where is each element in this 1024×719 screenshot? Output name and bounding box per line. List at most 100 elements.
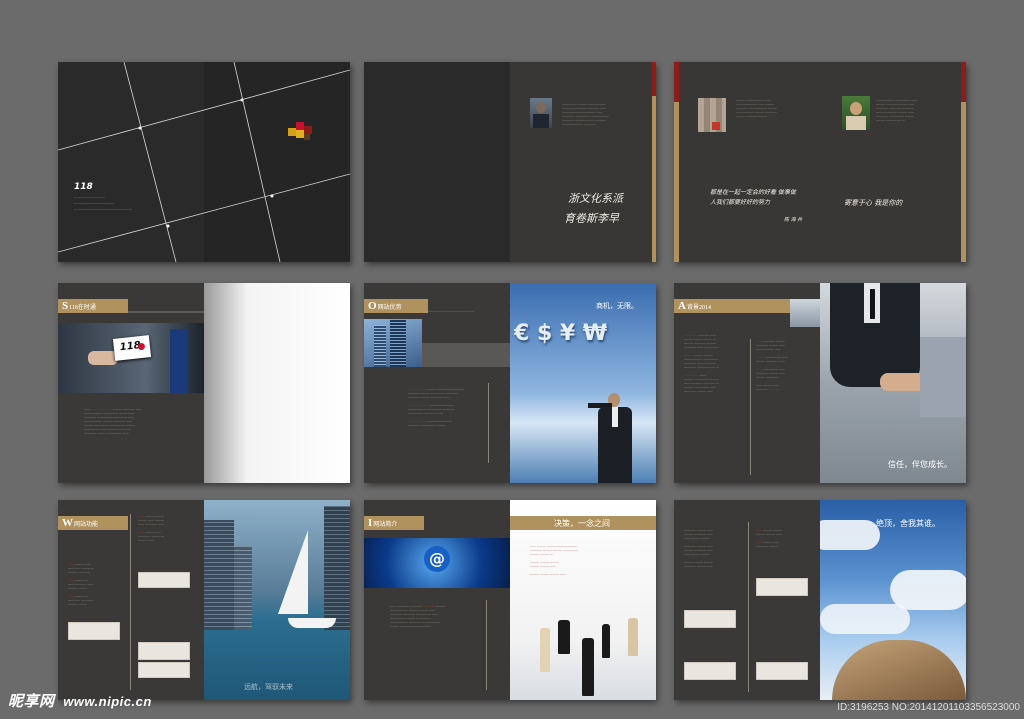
spread-last: ———— ——— —— ——— ———— —— —— ——— ——— ———— ———… [674, 500, 966, 700]
i-right-text: —— ——— —————————— ———— ——— ——— ————— ——— —… [530, 544, 578, 576]
s-title-text: 118在时通 [69, 305, 96, 311]
w-title-letter: W [62, 517, 73, 529]
w-title-text: 网站功能 [74, 522, 99, 528]
cover-pixel-mosaic [288, 122, 316, 142]
last-caption: 绝顶，舍我其谁。 [876, 519, 940, 528]
spread-cover: 118 — ————————— — ———————————— — ———————… [58, 62, 350, 262]
a-title-letter-front: A [678, 300, 686, 312]
o-title-text: 网站优势 [377, 305, 402, 311]
preface-sig-a-name: 陈 海 兵 [784, 217, 803, 223]
a-body-text-right: —— ———— ——— ———— ——— —— —————— —— ——— —————… [756, 339, 788, 391]
a-title-text-front: 背景2014 [686, 305, 711, 311]
s-left-page: S118在时通 118 —— ——————— ——— ———— —— ——————… [58, 283, 204, 483]
preface-sig-a: 都是在一起一定会的好看 做事做人我们都要好好的努力 [710, 189, 796, 206]
red-edge [652, 62, 656, 96]
s-right-page-gradient [204, 283, 350, 483]
portrait-photo [530, 98, 552, 128]
last-rock [832, 640, 966, 700]
w-caption: 远航，驾驭未来 [244, 683, 293, 691]
a-vertical-rule [750, 339, 751, 475]
a-laptop-photo [790, 299, 820, 327]
last-col2-text: —— ——— ——— ——— ——— —— —— ——— —— ———— ——— [756, 528, 782, 548]
o-title-bar: O网站优势 [364, 299, 428, 313]
a-right-page-handshake: 信任，伴您成长。 [820, 283, 966, 483]
i-body-text: —— ———— ———— ———— ——— —————— ——— ——— —— ——… [390, 604, 445, 628]
i-at-symbol: @ [424, 546, 450, 572]
spread-s: S118在时通 118 —— ——————— ——— ———— —— ——————… [58, 283, 350, 483]
o-right-page: 商机，无限。 € $ ¥ ₩ [510, 283, 656, 483]
w-thumb-1 [138, 572, 190, 588]
w-col2-text: —— ——— ——— ——— —— ——— —— ———— —— —— ———— — —… [138, 514, 164, 542]
chess-piece-5 [628, 618, 638, 656]
preface-right-text: —————— ————— —— ——— ——————— —— ———— ———— —… [876, 98, 917, 122]
i-left-page: I网站简介 @ —— ———— ———— ———— ——— —————— ——— … [364, 500, 510, 700]
preface-blank-page [364, 62, 510, 262]
w-col1-text: —— ——— —— ———— ——— — ——— ———— —— ——— — —————… [68, 562, 94, 606]
cover-text-1: — ————————— [74, 195, 105, 199]
image-id-label: ID:3196253 NO:20141201103356523000 [837, 702, 1020, 713]
preface-left-page: ——— —————— —— ——————— —— ——— ———— —————— —… [674, 62, 820, 262]
spread-a: A背景2014 A背景2014 ———— ———— ———————— ——— —… [674, 283, 966, 483]
preface-signature-1: 浙文化系派 [568, 192, 623, 205]
cover-logo: 118 [74, 182, 93, 192]
w-thumb-4 [138, 662, 190, 678]
w-thumb-2 [68, 622, 120, 640]
spread-w: W网站功能 —— ——— —— ———— ——— — ——— ———— —— ——— … [58, 500, 350, 700]
spread-preface-1: ————— ——— —————— ———————— ———— —— ————————… [364, 62, 656, 262]
preface-left-text: ——— —————— —— ——————— —— ——— ———— —————— —… [736, 98, 777, 118]
s-title-rule [128, 311, 204, 313]
watermark-url: www.nipic.cn [63, 694, 152, 709]
spread-preface-2: ——— —————— —— ——————— —— ——— ———— —————— —… [674, 62, 966, 262]
w-vertical-rule [130, 514, 131, 690]
last-col1-text: ———— ——— —— ——— ———— —— —— ——— ——— ———— ———… [684, 528, 713, 568]
spread-o: O网站优势 ———————————————— —————— ——— ——————… [364, 283, 656, 483]
cover-line-grid [58, 62, 350, 262]
o-body-text: —————— ——— ————————— ——————— ————— ———— ——… [408, 387, 464, 427]
gold-edge-left [674, 102, 679, 262]
preface-sig-b: 寄意于心 我是你的 [844, 199, 903, 207]
watermark-brand-name: 昵享网 [8, 693, 55, 710]
o-left-page: O网站优势 ———————————————— —————— ——— ——————… [364, 283, 510, 483]
o-caption: 商机，无限。 [596, 302, 638, 310]
last-thumb-1 [684, 610, 736, 628]
red-edge-left [674, 62, 679, 102]
preface-right-page: —————— ————— —— ——— ——————— —— ———— ———— —… [820, 62, 966, 262]
gold-edge-right [961, 102, 966, 262]
w-left-page: W网站功能 —— ——— —— ———— ——— — ——— ———— —— ——— … [58, 500, 204, 700]
s-business-card-photo: 118 [58, 323, 204, 393]
w-title-bar: W网站功能 [58, 516, 128, 530]
last-vertical-rule [748, 522, 749, 692]
chess-piece-1 [540, 628, 550, 672]
spread-i: I网站简介 @ —— ———— ———— ———— ——— —————— ——— … [364, 500, 656, 700]
last-thumb-3 [756, 662, 808, 680]
o-gray-band [422, 343, 510, 367]
preface-signature-2: 育卷斯李早 [564, 212, 619, 225]
watermark-brand: 昵享网 www.nipic.cn [8, 690, 152, 711]
i-title-bar: I网站简介 [364, 516, 424, 530]
preface-portrait-page: ————— ——— —————— ———————— ———— —— ————————… [510, 62, 656, 262]
i-right-page-chess: 决策，一念之间 —— ——— —————————— ———— ——— ——— ——… [510, 500, 656, 700]
o-currency-symbols: € $ ¥ ₩ [514, 321, 608, 346]
last-thumb-4 [684, 662, 736, 680]
red-edge-right [961, 62, 966, 102]
s-body-text: —— ——————— ——— ———— —— —————— ————— —————… [84, 407, 142, 435]
o-skyscraper-photo [364, 319, 422, 367]
s-title-bar: S118在时通 [58, 299, 128, 313]
chess-piece-2 [558, 620, 570, 654]
a-title-bar-front: A背景2014 [674, 299, 732, 313]
o-businessman [588, 393, 638, 483]
a-body-text-left: ———— ———— —— —————— ——— — ——— ———— ——— ————… [684, 333, 719, 393]
last-right-page-sky: 绝顶，舍我其谁。 [820, 500, 966, 700]
i-title-text: 网站简介 [373, 522, 398, 528]
o-vertical-rule [488, 383, 489, 463]
a-left-page: A背景2014 A背景2014 ———— ———— ———————— ——— —… [674, 283, 820, 483]
s-title-letter: S [62, 300, 69, 312]
last-thumb-2 [756, 578, 808, 596]
last-left-page: ———— ——— —— ——— ———— —— —— ——— ——— ———— ———… [674, 500, 820, 700]
a-caption: 信任，伴您成长。 [888, 460, 952, 469]
portrait-photo-right [842, 96, 870, 130]
cover-text-2: — ———————————— [74, 201, 114, 205]
o-header-text: ———————————————— [426, 309, 474, 313]
i-globe-photo: @ [364, 538, 510, 588]
i-caption: 决策，一念之间 [554, 519, 610, 528]
